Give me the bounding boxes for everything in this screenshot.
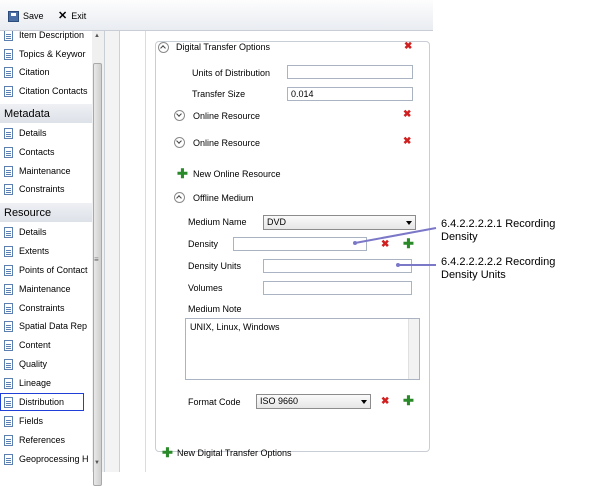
callout-line-1: 6.4.2.2.2.2.2 Recording: [441, 256, 556, 268]
callout-dot-density-units: [396, 263, 400, 267]
callout-recording-density: 6.4.2.2.2.2.1 Recording Density: [441, 218, 555, 244]
callout-line-2: Density: [441, 231, 478, 243]
callout-line-2: Density Units: [441, 269, 506, 281]
callout-recording-density-units: 6.4.2.2.2.2.2 Recording Density Units: [441, 256, 555, 282]
callout-line-1: 6.4.2.2.2.2.1 Recording: [441, 218, 556, 230]
callout-line-density: [354, 227, 437, 244]
callout-dot-density: [353, 241, 357, 245]
